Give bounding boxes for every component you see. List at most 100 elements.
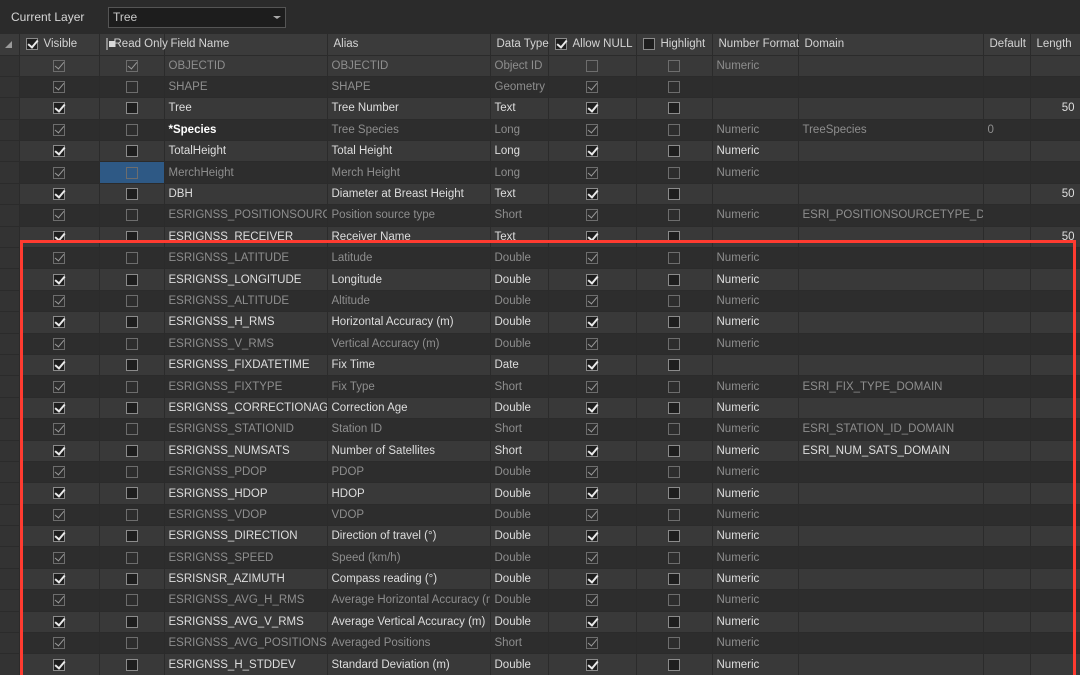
cell-fieldname[interactable]: TotalHeight [164, 140, 328, 163]
cell-domain[interactable] [798, 333, 984, 355]
checkbox-visible[interactable] [53, 59, 65, 72]
table-row[interactable]: ESRIGNSS_DIRECTION Direction of travel (°… [0, 525, 1080, 548]
cell-length[interactable]: 50 [1030, 97, 1080, 120]
cell-domain[interactable] [798, 525, 984, 548]
checkbox-visible[interactable] [53, 166, 65, 179]
table-row[interactable]: ESRIGNSS_H_RMS Horizontal Accuracy (m) Dou… [0, 311, 1080, 334]
cell-datatype[interactable]: Text [490, 226, 549, 249]
cell-readonly[interactable] [99, 418, 165, 441]
cell-numfmt[interactable]: Numeric [712, 525, 799, 548]
cell-domain[interactable] [798, 247, 984, 270]
cell-alias[interactable]: Diameter at Breast Height [327, 183, 491, 206]
cell-default[interactable] [983, 397, 1031, 420]
cell-alias[interactable]: Altitude [327, 290, 491, 313]
checkbox-highlight[interactable] [668, 273, 680, 286]
checkbox-allownull[interactable] [586, 294, 598, 307]
checkbox-highlight[interactable] [668, 594, 680, 607]
table-row[interactable]: ESRIGNSS_FIXDATETIME Fix Time Date [0, 354, 1080, 377]
cell-domain[interactable] [798, 482, 984, 505]
cell-alias[interactable]: Vertical Accuracy (m) [327, 333, 491, 355]
checkbox-visible[interactable] [53, 188, 65, 201]
checkbox-allownull[interactable] [586, 594, 598, 607]
cell-fieldname[interactable]: DBH [164, 183, 328, 206]
cell-visible[interactable] [19, 461, 100, 484]
checkbox-visible[interactable] [53, 145, 65, 158]
checkbox-readonly[interactable] [125, 123, 138, 136]
column-header-domain[interactable]: Domain [798, 34, 984, 56]
checkbox-visible[interactable] [53, 294, 65, 307]
cell-default[interactable] [983, 525, 1031, 548]
checkbox-readonly[interactable] [125, 209, 138, 222]
cell-numfmt[interactable]: Numeric [712, 568, 799, 591]
checkbox-allownull[interactable] [586, 615, 598, 628]
cell-length[interactable]: 50 [1030, 183, 1080, 206]
table-row[interactable]: TotalHeight Total Height Long Numeric [0, 140, 1080, 163]
cell-allownull[interactable] [548, 418, 637, 441]
checkbox-highlight[interactable] [668, 423, 680, 436]
cell-visible[interactable] [19, 97, 100, 120]
cell-datatype[interactable]: Double [490, 333, 549, 355]
cell-domain[interactable]: TreeSpecies [798, 119, 984, 142]
checkbox-highlight[interactable] [668, 123, 680, 136]
cell-numfmt[interactable]: Numeric [712, 482, 799, 505]
row-selector-cell[interactable] [0, 632, 20, 655]
checkbox-highlight[interactable] [668, 316, 680, 329]
checkbox-visible[interactable] [53, 209, 65, 222]
cell-readonly[interactable] [99, 247, 165, 270]
cell-datatype[interactable]: Double [490, 268, 549, 291]
cell-default[interactable] [983, 76, 1031, 99]
cell-readonly[interactable] [99, 482, 165, 505]
cell-alias[interactable]: Horizontal Accuracy (m) [327, 311, 491, 334]
cell-length[interactable] [1030, 161, 1080, 184]
cell-readonly[interactable] [99, 653, 165, 675]
checkbox-visible[interactable] [53, 380, 65, 393]
cell-visible[interactable] [19, 482, 100, 505]
cell-alias[interactable]: Total Height [327, 140, 491, 163]
cell-domain[interactable] [798, 268, 984, 291]
checkbox-visible[interactable] [53, 316, 65, 329]
checkbox-allownull[interactable] [586, 423, 598, 436]
cell-alias[interactable]: PDOP [327, 461, 491, 484]
cell-alias[interactable]: Station ID [327, 418, 491, 441]
cell-readonly[interactable] [99, 290, 165, 313]
checkbox-highlight[interactable] [668, 188, 680, 201]
cell-length[interactable] [1030, 461, 1080, 484]
cell-length[interactable] [1030, 611, 1080, 634]
cell-default[interactable] [983, 311, 1031, 334]
cell-default[interactable] [983, 226, 1031, 249]
table-row[interactable]: Tree Tree Number Text 50 [0, 97, 1080, 120]
cell-fieldname[interactable]: ESRIGNSS_FIXTYPE [164, 375, 328, 398]
cell-highlight[interactable] [636, 653, 713, 675]
checkbox-readonly[interactable] [125, 230, 138, 243]
cell-domain[interactable] [798, 589, 984, 612]
column-header-highlight[interactable]: Highlight [636, 34, 713, 56]
cell-numfmt[interactable]: Numeric [712, 290, 799, 313]
cell-allownull[interactable] [548, 461, 637, 484]
cell-fieldname[interactable]: ESRIGNSS_LONGITUDE [164, 268, 328, 291]
checkbox-readonly[interactable] [125, 359, 138, 372]
cell-visible[interactable] [19, 268, 100, 291]
checkbox-readonly[interactable] [125, 658, 138, 671]
cell-length[interactable] [1030, 632, 1080, 655]
cell-domain[interactable]: ESRI_POSITIONSOURCETYPE_DOMAIN [798, 204, 984, 227]
checkbox-visible[interactable] [53, 466, 65, 479]
cell-highlight[interactable] [636, 440, 713, 462]
checkbox-visible[interactable] [53, 444, 65, 457]
cell-length[interactable] [1030, 482, 1080, 505]
row-selector-cell[interactable] [0, 311, 20, 334]
cell-allownull[interactable] [548, 354, 637, 377]
checkbox-readonly[interactable] [125, 81, 138, 94]
cell-allownull[interactable] [548, 119, 637, 142]
checkbox-highlight[interactable] [668, 102, 680, 115]
cell-readonly[interactable] [99, 333, 165, 355]
cell-domain[interactable] [798, 632, 984, 655]
cell-highlight[interactable] [636, 55, 713, 77]
cell-default[interactable] [983, 183, 1031, 206]
cell-alias[interactable]: OBJECTID [327, 55, 491, 77]
cell-datatype[interactable]: Object ID [490, 55, 549, 77]
cell-highlight[interactable] [636, 611, 713, 634]
cell-readonly[interactable] [99, 97, 165, 120]
cell-numfmt[interactable]: Numeric [712, 161, 799, 184]
table-row[interactable]: ESRIGNSS_PDOP PDOP Double Numeric [0, 461, 1080, 484]
cell-alias[interactable]: Tree Species [327, 119, 491, 142]
